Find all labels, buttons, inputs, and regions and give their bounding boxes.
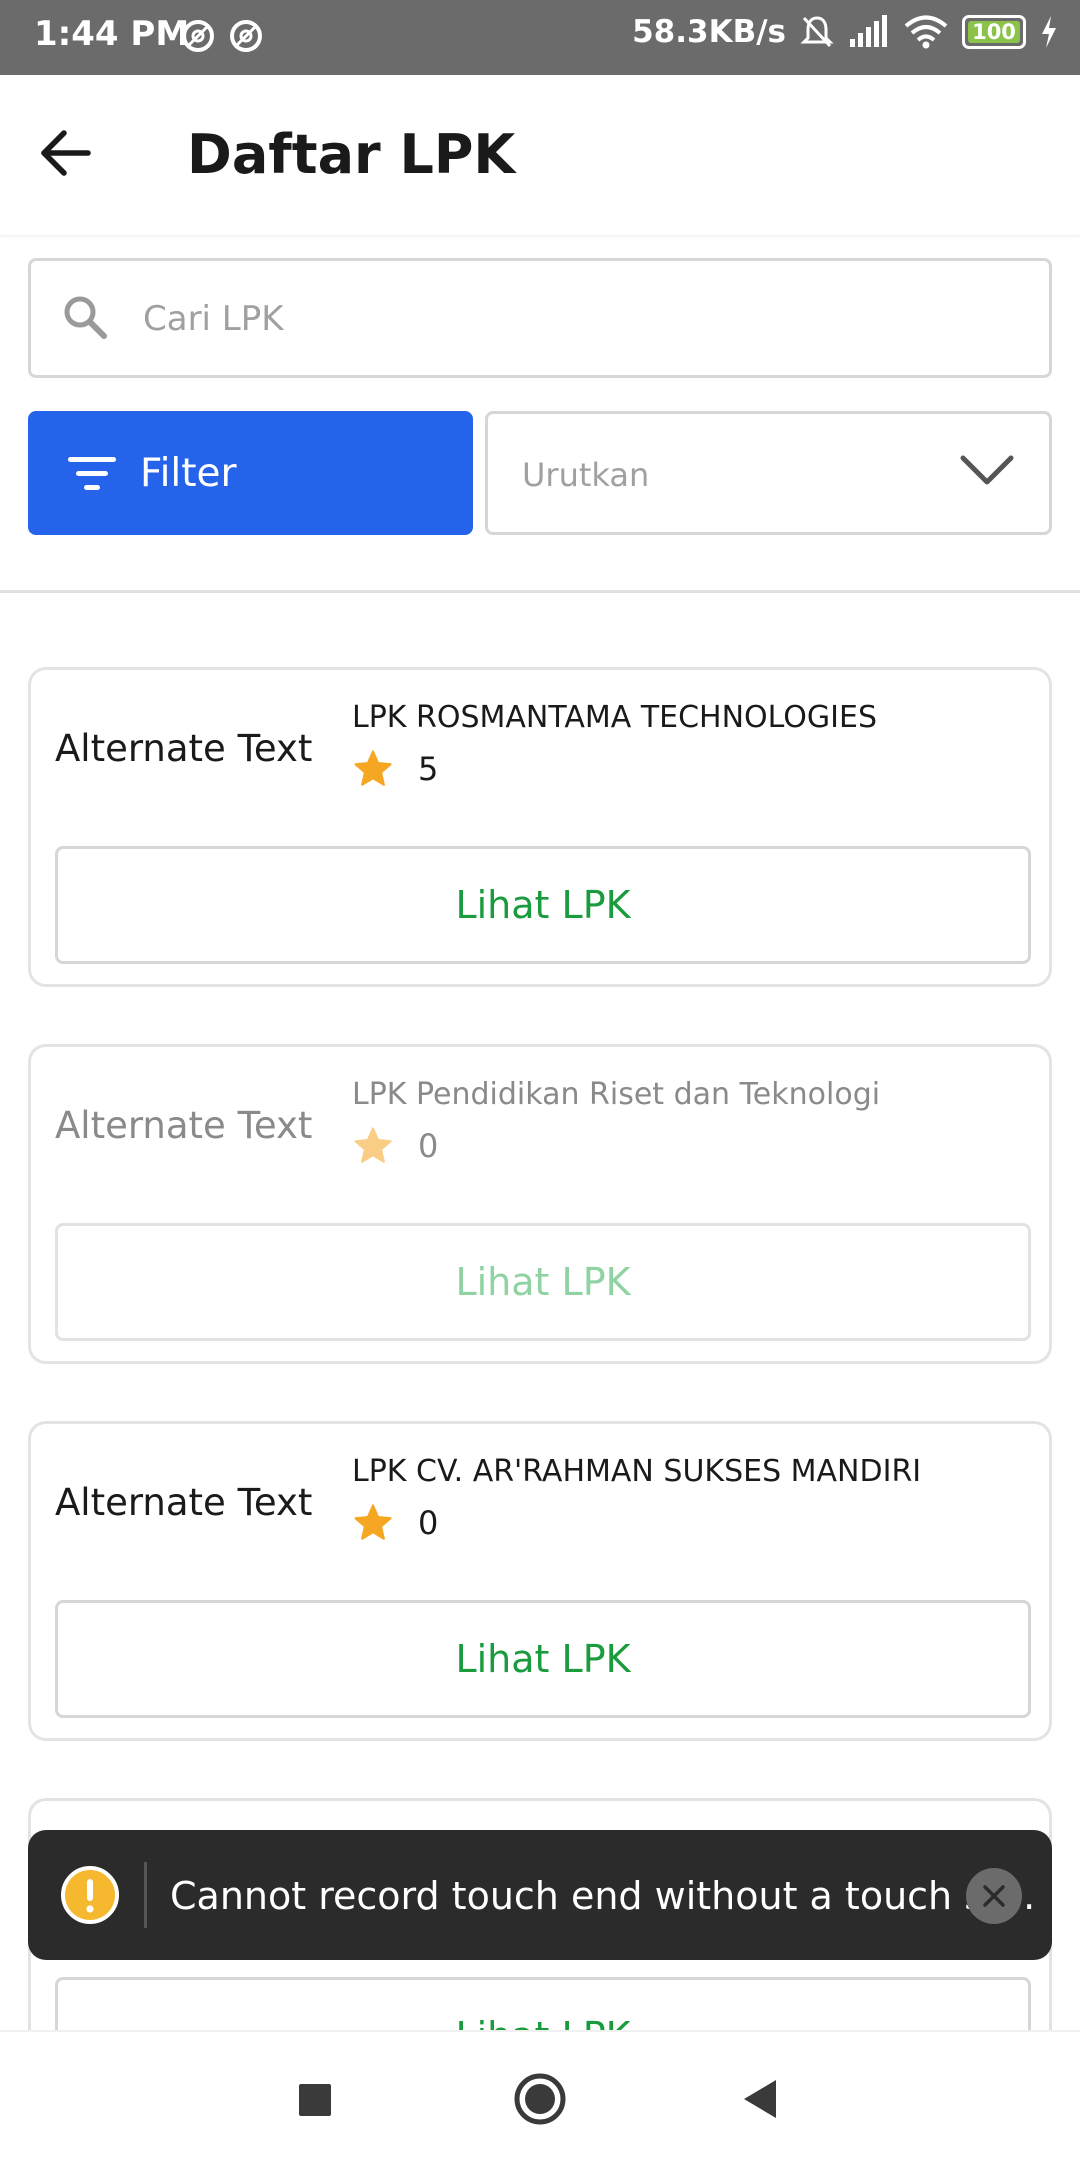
search-input[interactable]: [141, 281, 1025, 357]
lpk-image-alt-text: Alternate Text: [55, 1104, 313, 1147]
lpk-image-alt-text: Alternate Text: [55, 727, 313, 770]
at-sign-icon: [230, 20, 262, 52]
bell-muted-icon: [800, 16, 834, 48]
home-circle-icon: [514, 2073, 566, 2125]
lpk-name: LPK CV. AR'RAHMAN SUKSES MANDIRI: [352, 1454, 922, 1489]
toast-close-button[interactable]: [966, 1868, 1022, 1924]
signal-icon: [850, 15, 887, 47]
rating-value: 0: [418, 1504, 439, 1542]
battery-indicator: 100: [962, 15, 1026, 49]
view-lpk-button[interactable]: Lihat LPK: [55, 846, 1031, 964]
battery-level: 100: [972, 20, 1016, 44]
lpk-image-alt-text: Alternate Text: [55, 1481, 313, 1524]
lpk-card: Alternate Text LPK Pendidikan Riset dan …: [28, 1044, 1052, 1364]
status-right: 58.3KB/s 100: [632, 14, 1058, 50]
star-icon: [354, 750, 392, 786]
sort-label: Urutkan: [522, 456, 650, 494]
view-lpk-button[interactable]: Lihat LPK: [55, 1600, 1031, 1718]
rating-value: 0: [418, 1127, 439, 1165]
filter-label: Filter: [140, 450, 237, 496]
square-icon: [299, 2084, 331, 2116]
network-speed: 58.3KB/s: [632, 14, 786, 50]
page-title: Daftar LPK: [187, 123, 516, 186]
lpk-rating: 0: [352, 1125, 438, 1167]
filter-button[interactable]: Filter: [28, 411, 473, 535]
search-icon: [64, 296, 107, 339]
system-navigation-bar: [0, 2030, 1080, 2162]
charging-bolt-icon: [1042, 16, 1056, 48]
triangle-back-icon: [744, 2080, 776, 2118]
recents-button[interactable]: [297, 2082, 333, 2123]
sort-dropdown[interactable]: Urutkan: [485, 411, 1052, 535]
close-icon: [983, 1885, 1005, 1907]
back-button[interactable]: [38, 125, 108, 185]
divider: [0, 590, 1080, 593]
rating-value: 5: [418, 750, 439, 788]
app-bar: Daftar LPK: [0, 75, 1080, 235]
chevron-down-icon: [960, 455, 1014, 485]
lpk-name: LPK Pendidikan Riset dan Teknologi: [352, 1077, 881, 1112]
error-toast: Cannot record touch end without a touch …: [28, 1830, 1052, 1960]
lpk-name: LPK ROSMANTAMA TECHNOLOGIES: [352, 700, 878, 735]
lpk-rating: 5: [352, 748, 438, 790]
lpk-rating: 0: [352, 1502, 438, 1544]
star-icon: [354, 1504, 392, 1540]
warning-icon: [61, 1866, 119, 1924]
filter-icon: [68, 453, 116, 493]
wifi-icon: [904, 15, 948, 49]
star-icon: [354, 1127, 392, 1163]
status-notification-icons: [180, 18, 264, 54]
home-button[interactable]: [513, 2072, 567, 2131]
back-nav-button[interactable]: [742, 2078, 778, 2125]
toast-message: Cannot record touch end without a touch …: [170, 1874, 1036, 1918]
at-sign-icon: [182, 20, 214, 52]
search-box[interactable]: [28, 258, 1052, 378]
toast-separator: [144, 1862, 147, 1928]
lpk-card: Alternate Text LPK CV. AR'RAHMAN SUKSES …: [28, 1421, 1052, 1741]
arrow-left-icon: [41, 130, 91, 176]
status-time: 1:44 PM: [34, 14, 190, 54]
lpk-card: Alternate Text LPK ROSMANTAMA TECHNOLOGI…: [28, 667, 1052, 987]
status-bar: 1:44 PM 58.3KB/s 100: [0, 0, 1080, 75]
view-lpk-button[interactable]: Lihat LPK: [55, 1223, 1031, 1341]
